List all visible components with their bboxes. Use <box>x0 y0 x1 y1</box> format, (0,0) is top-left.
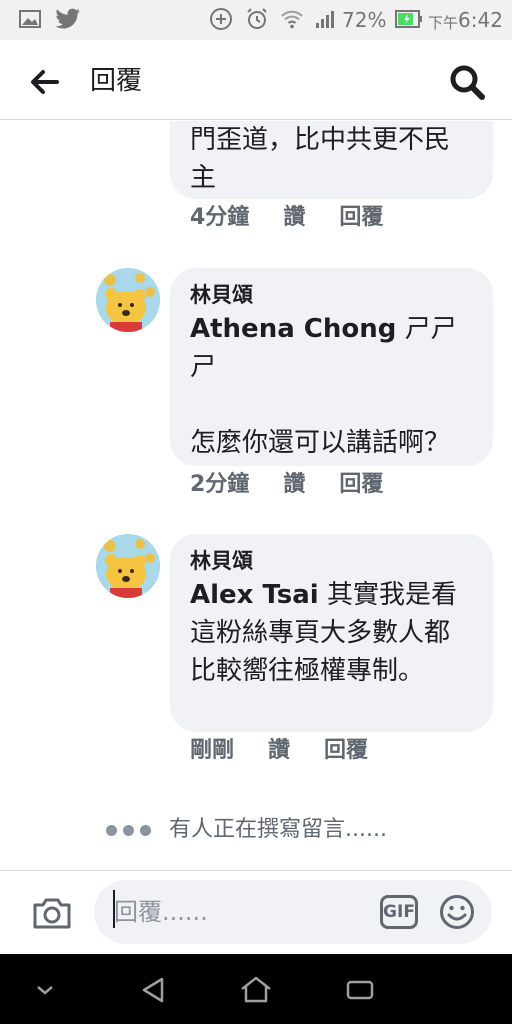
emoji-button[interactable] <box>438 893 476 931</box>
home-nav-button[interactable] <box>236 970 276 1010</box>
wifi-icon <box>280 6 304 32</box>
typing-dots-icon <box>106 824 151 836</box>
search-icon <box>450 65 485 100</box>
system-nav-bar <box>0 954 512 1024</box>
recents-icon <box>346 980 374 1000</box>
comment-bubble[interactable]: 門歪道，比中共更不民主 <box>170 121 493 199</box>
back-button[interactable] <box>26 64 62 100</box>
mention-link[interactable]: Alex Tsai <box>190 580 319 610</box>
comment-text: 門歪道，比中共更不民主 <box>190 125 451 193</box>
typing-text: 有人正在撰寫留言...... <box>169 817 387 842</box>
reply-button[interactable]: 回覆 <box>339 203 383 233</box>
pooh-avatar-icon <box>96 268 160 332</box>
comment-actions: 4分鐘 讚 回覆 <box>190 203 417 233</box>
comment-time: 剛剛 <box>190 738 235 763</box>
like-button[interactable]: 讚 <box>283 470 305 500</box>
like-button[interactable]: 讚 <box>283 203 305 233</box>
time-prefix: 下午 <box>428 14 459 32</box>
header: 回覆 <box>0 40 512 120</box>
twitter-icon <box>54 6 82 32</box>
search-button[interactable] <box>446 62 488 102</box>
reply-composer: GIF <box>0 870 512 954</box>
text-caret <box>113 890 115 928</box>
status-bar: 72% 下午 6:42 <box>0 0 512 40</box>
comment-actions: 2分鐘 讚 回覆 <box>190 470 417 500</box>
page-title: 回覆 <box>90 66 143 96</box>
mention-link[interactable]: Athena Chong <box>190 314 396 344</box>
collapse-nav-button[interactable] <box>25 970 65 1010</box>
reply-input[interactable] <box>94 880 492 944</box>
comment-text: Alex Tsai 其實我是看這粉絲專頁大多數人都比較嚮往極權專制。 <box>190 576 473 690</box>
pooh-avatar-icon <box>96 534 160 598</box>
comment-text: Athena Chong ㄕㄕㄕ 怎麼你還可以講話啊？ <box>190 310 473 462</box>
arrow-left-icon <box>31 70 59 94</box>
camera-button[interactable] <box>30 891 74 935</box>
gif-button[interactable]: GIF <box>380 895 418 929</box>
comment-actions: 剛剛 讚 回覆 <box>190 736 402 766</box>
clock: 6:42 <box>458 8 503 32</box>
typing-indicator: 有人正在撰寫留言...... <box>106 814 387 846</box>
recents-nav-button[interactable] <box>340 970 380 1010</box>
camera-icon <box>33 898 71 929</box>
comment-thread: 門歪道，比中共更不民主 4分鐘 讚 回覆 林貝頌 Athena Chong ㄕㄕ… <box>0 121 512 869</box>
back-triangle-icon <box>142 977 164 1003</box>
collapse-icon <box>37 986 53 995</box>
data-saver-icon <box>208 6 234 32</box>
comment-bubble[interactable]: 林貝頌 Alex Tsai 其實我是看這粉絲專頁大多數人都比較嚮往極權專制。 <box>170 534 493 732</box>
battery-icon <box>394 6 424 32</box>
avatar[interactable] <box>96 534 160 598</box>
avatar[interactable] <box>96 268 160 332</box>
signal-icon <box>314 6 338 32</box>
reply-button[interactable]: 回覆 <box>339 470 383 500</box>
battery-percent: 72% <box>342 8 387 32</box>
comment-time: 2分鐘 <box>190 472 250 497</box>
comment-author[interactable]: 林貝頌 <box>190 280 473 310</box>
comment-bubble[interactable]: 林貝頌 Athena Chong ㄕㄕㄕ 怎麼你還可以講話啊？ <box>170 268 493 466</box>
home-icon <box>241 976 271 1003</box>
alarm-icon <box>244 6 270 32</box>
comment-author[interactable]: 林貝頌 <box>190 546 473 576</box>
like-button[interactable]: 讚 <box>268 736 290 766</box>
comment-time: 4分鐘 <box>190 205 250 230</box>
back-nav-button[interactable] <box>133 970 173 1010</box>
reply-button[interactable]: 回覆 <box>324 736 368 766</box>
smiley-icon <box>440 895 474 929</box>
gallery-icon <box>18 6 42 32</box>
